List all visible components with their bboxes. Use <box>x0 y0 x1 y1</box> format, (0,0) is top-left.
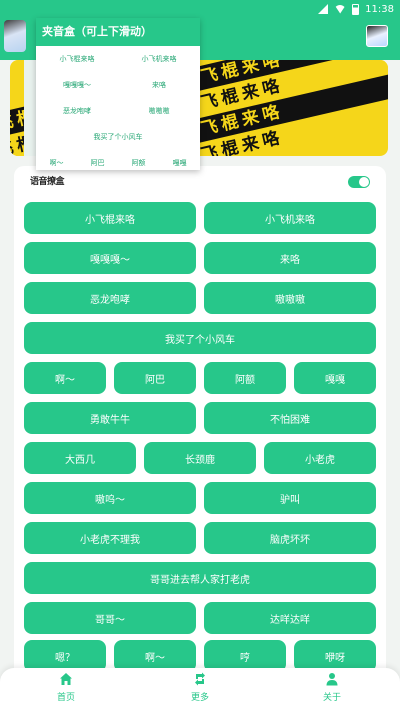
sound-button[interactable]: 小老虎 <box>264 442 376 474</box>
status-time: 11:38 <box>365 3 394 15</box>
bottom-nav: 首页 更多 关于 <box>0 668 400 711</box>
side-strip <box>24 60 36 156</box>
nav-about[interactable]: 关于 <box>302 672 362 703</box>
menu-item[interactable]: 小飞棍来咯 <box>36 54 118 64</box>
menu-item[interactable]: 来咯 <box>118 80 200 90</box>
sound-button[interactable]: 小老虎不理我 <box>24 522 196 554</box>
menu-item[interactable]: 嘎嘎 <box>159 158 200 168</box>
menu-item[interactable]: 我买了个小风车 <box>36 132 200 142</box>
nav-home-label: 首页 <box>56 693 75 703</box>
sound-button[interactable]: 小飞棍来咯 <box>24 202 196 234</box>
sound-button[interactable]: 阿巴 <box>114 362 196 394</box>
panel-title: 夹音盒（可上下滑动） <box>36 18 200 46</box>
menu-item[interactable]: 恶龙咆哮 <box>36 106 118 116</box>
toggle-switch[interactable] <box>348 176 370 188</box>
avatar[interactable] <box>4 20 26 52</box>
person-icon <box>326 673 338 686</box>
sound-button[interactable]: 恶龙咆哮 <box>24 282 196 314</box>
wifi-icon <box>334 4 347 14</box>
menu-item[interactable]: 阿巴 <box>77 158 118 168</box>
menu-item[interactable]: 嗷嗷嗷 <box>118 106 200 116</box>
sound-button[interactable]: 大西几 <box>24 442 136 474</box>
profile-avatar[interactable] <box>366 25 388 47</box>
menu-item[interactable]: 啊～ <box>36 158 77 168</box>
sound-button[interactable]: 啊～ <box>24 362 106 394</box>
nav-about-label: 关于 <box>322 693 341 703</box>
home-icon <box>60 673 72 685</box>
refresh-icon <box>195 672 205 686</box>
sound-button[interactable]: 哥哥进去帮人家打老虎 <box>24 562 376 594</box>
sound-button[interactable]: 嗷呜～ <box>24 482 196 514</box>
battery-icon <box>352 3 360 15</box>
menu-item[interactable]: 嘎嘎嘎～ <box>36 80 118 90</box>
nav-more[interactable]: 更多 <box>170 672 230 703</box>
sound-button[interactable]: 嗷嗷嗷 <box>204 282 376 314</box>
sound-button[interactable]: 我买了个小风车 <box>24 322 376 354</box>
menu-item[interactable]: 小飞机来咯 <box>118 54 200 64</box>
status-bar: 11:38 <box>0 0 400 18</box>
sound-button[interactable]: 阿额 <box>204 362 286 394</box>
menu-item[interactable]: 阿额 <box>118 158 159 168</box>
sound-button[interactable]: 来咯 <box>204 242 376 274</box>
card-logo: 语音撩盒 <box>30 177 65 187</box>
signal-icon <box>318 4 329 14</box>
sound-button[interactable]: 长颈鹿 <box>144 442 256 474</box>
nav-home[interactable]: 首页 <box>36 672 96 703</box>
nav-more-label: 更多 <box>190 693 209 703</box>
sound-button[interactable]: 勇敢牛牛 <box>24 402 196 434</box>
sound-button[interactable]: 嘎嘎 <box>294 362 376 394</box>
sound-button[interactable]: 不怕困难 <box>204 402 376 434</box>
sound-menu-panel[interactable]: 夹音盒（可上下滑动） 小飞棍来咯 小飞机来咯 嘎嘎嘎～ 来咯 恶龙咆哮 嗷嗷嗷 … <box>36 18 200 170</box>
sound-button[interactable]: 脑虎坏坏 <box>204 522 376 554</box>
sound-button[interactable]: 小飞机来咯 <box>204 202 376 234</box>
sound-button[interactable]: 达咩达咩 <box>204 602 376 634</box>
sound-button[interactable]: 哥哥～ <box>24 602 196 634</box>
sound-button[interactable]: 驴叫 <box>204 482 376 514</box>
sound-button[interactable]: 嘎嘎嘎～ <box>24 242 196 274</box>
